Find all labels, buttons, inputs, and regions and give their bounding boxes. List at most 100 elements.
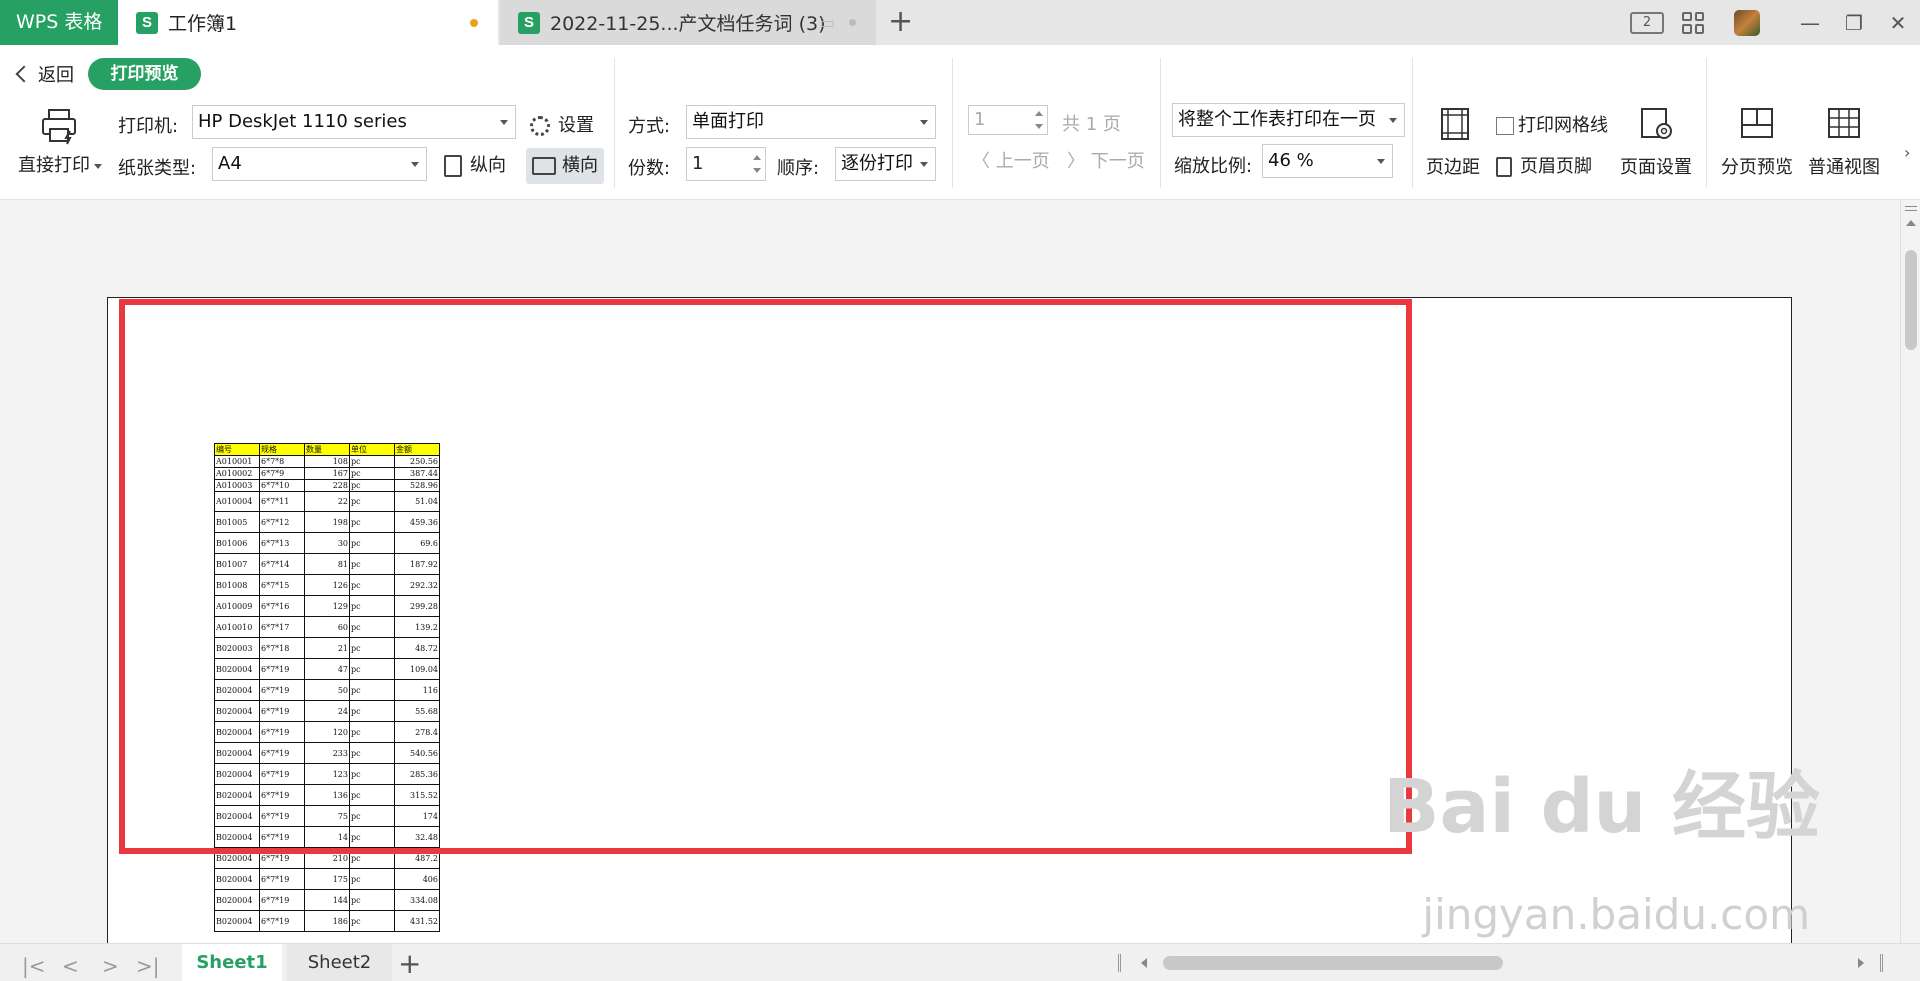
sheet-tab-sheet2[interactable]: Sheet2: [287, 944, 392, 981]
divider: [952, 58, 953, 188]
splitter-handle[interactable]: [1118, 954, 1121, 972]
scroll-thumb[interactable]: [1905, 250, 1917, 350]
sheet-tab-sheet1[interactable]: Sheet1: [182, 944, 282, 981]
paper-type-select[interactable]: A4: [212, 147, 427, 181]
next-sheet-icon[interactable]: >: [102, 954, 119, 978]
document-tab-active[interactable]: S 工作簿1: [118, 0, 498, 45]
settings-button[interactable]: 设置: [530, 111, 594, 137]
divider: [1706, 58, 1707, 188]
print-order-value: 逐份打印: [841, 153, 913, 174]
decrement-icon[interactable]: [1035, 124, 1043, 129]
back-button[interactable]: 返回: [15, 61, 74, 87]
gridlines-checkbox[interactable]: [1496, 117, 1514, 135]
landscape-button[interactable]: 横向: [526, 148, 604, 184]
fit-mode-select[interactable]: 将整个工作表打印在一页: [1172, 103, 1405, 137]
close-dot-icon[interactable]: [849, 19, 856, 26]
new-tab-plus-icon[interactable]: +: [888, 6, 913, 38]
table-row: B020004 6*7*19 175 pc 406: [214, 868, 440, 890]
document-tab-label: 工作簿1: [168, 13, 238, 35]
caret-down-icon: [94, 163, 102, 169]
increment-icon[interactable]: [1035, 111, 1043, 116]
print-order-select[interactable]: 逐份打印: [835, 147, 936, 181]
printer-icon[interactable]: [40, 107, 80, 145]
prev-sheet-icon[interactable]: <: [62, 954, 79, 978]
horizontal-scrollbar[interactable]: [1135, 952, 1870, 974]
divider: [1160, 58, 1161, 188]
increment-icon[interactable]: [753, 155, 761, 160]
print-preview-toolbar: 返回 打印预览 直接打印 打印机: HP DeskJet 1110 series…: [0, 45, 1920, 200]
print-method-select[interactable]: 单面打印: [686, 105, 936, 139]
printer-label: 打印机:: [118, 116, 179, 137]
app-menu-tab[interactable]: WPS 表格: [0, 0, 118, 45]
window-tools: 2 — ❐ ✕: [1630, 0, 1920, 45]
minimize-icon[interactable]: —: [1788, 11, 1832, 35]
portrait-page-icon: [444, 155, 462, 177]
printer-select[interactable]: HP DeskJet 1110 series: [192, 105, 516, 139]
vertical-scrollbar[interactable]: [1900, 200, 1920, 943]
first-sheet-icon[interactable]: |<: [22, 954, 46, 978]
normal-view-button[interactable]: 普通视图: [1808, 153, 1880, 179]
title-tab-bar: WPS 表格 S 工作簿1 S 2022-11-25...产文档任务词 (3) …: [0, 0, 1920, 45]
order-label: 顺序:: [777, 158, 820, 179]
print-gridlines-toggle[interactable]: 打印网格线: [1496, 111, 1608, 137]
scale-select[interactable]: 46 %: [1262, 144, 1393, 178]
scroll-up-icon[interactable]: [1906, 220, 1916, 226]
header-footer-button[interactable]: 页眉页脚: [1496, 152, 1592, 178]
watermark-url: jingyan.baidu.com: [1422, 890, 1810, 939]
next-page-label: 下一页: [1090, 151, 1145, 172]
portrait-label: 纵向: [470, 155, 506, 176]
scroll-left-icon[interactable]: [1141, 958, 1147, 968]
dropdown-arrow-icon: [1389, 118, 1397, 123]
direct-print-button[interactable]: 直接打印: [18, 151, 102, 177]
avatar[interactable]: [1734, 9, 1760, 36]
paper-type-value: A4: [218, 153, 242, 174]
copies-stepper[interactable]: 1: [686, 147, 766, 181]
spreadsheet-icon: S: [518, 11, 540, 34]
normal-view-icon: [1828, 108, 1860, 138]
page-number-stepper[interactable]: 1: [968, 105, 1048, 135]
document-tab[interactable]: S 2022-11-25...产文档任务词 (3) ▭: [500, 0, 876, 45]
settings-label: 设置: [558, 115, 594, 136]
portrait-button[interactable]: 纵向: [444, 151, 506, 177]
last-sheet-icon[interactable]: >|: [136, 954, 160, 978]
table-cell: 6*7*19: [259, 910, 305, 932]
scroll-thumb[interactable]: [1163, 956, 1503, 970]
page-setup-button[interactable]: 页面设置: [1620, 153, 1692, 179]
table-cell: 186: [304, 910, 350, 932]
close-icon[interactable]: ✕: [1876, 11, 1920, 35]
table-cell: 175: [304, 868, 350, 890]
page-break-preview-icon: [1741, 108, 1773, 138]
table-cell: B020004: [214, 910, 260, 932]
print-preview-badge: 打印预览: [88, 58, 201, 90]
prev-page-button[interactable]: 〈 上一页: [972, 147, 1050, 173]
app-grid-icon[interactable]: [1682, 11, 1704, 34]
landscape-page-icon: [532, 157, 556, 175]
sheet-tab-bar: |< < > >| Sheet1 Sheet2 +: [0, 943, 1920, 981]
table-cell: 6*7*19: [259, 868, 305, 890]
print-gridlines-label: 打印网格线: [1518, 115, 1608, 136]
monitor-icon[interactable]: ▭: [820, 13, 835, 32]
table-row: B020004 6*7*19 144 pc 334.08: [214, 889, 440, 911]
next-page-button[interactable]: 〉 下一页: [1067, 147, 1145, 173]
splitter-handle[interactable]: [1880, 954, 1883, 972]
scroll-right-icon[interactable]: [1858, 958, 1864, 968]
table-cell: 334.08: [394, 889, 440, 911]
decrement-icon[interactable]: [753, 168, 761, 173]
red-highlight-annotation: [119, 299, 1412, 854]
chevron-left-icon: 〈: [972, 151, 990, 172]
table-cell: 6*7*19: [259, 889, 305, 911]
dropdown-arrow-icon: [920, 162, 928, 167]
table-cell: B020004: [214, 868, 260, 890]
restore-icon[interactable]: ❐: [1832, 11, 1876, 35]
table-row: B020004 6*7*19 186 pc 431.52: [214, 910, 440, 932]
add-sheet-plus-icon[interactable]: +: [398, 947, 421, 980]
window-count-icon[interactable]: 2: [1630, 11, 1664, 34]
print-preview-area: 编号 规格 数量 单位 金额 A010001 6*7*8 108 pc 250.56 A0…: [0, 200, 1900, 943]
margins-button[interactable]: 页边距: [1426, 153, 1480, 179]
printer-value: HP DeskJet 1110 series: [198, 111, 407, 132]
toolbar-more-chevron-icon[interactable]: ›: [1904, 143, 1910, 162]
baidu-watermark: Bai du 经验: [1383, 764, 1820, 850]
chevron-left-icon: [15, 65, 33, 83]
dropdown-arrow-icon: [1377, 159, 1385, 164]
page-break-preview-button[interactable]: 分页预览: [1721, 153, 1793, 179]
